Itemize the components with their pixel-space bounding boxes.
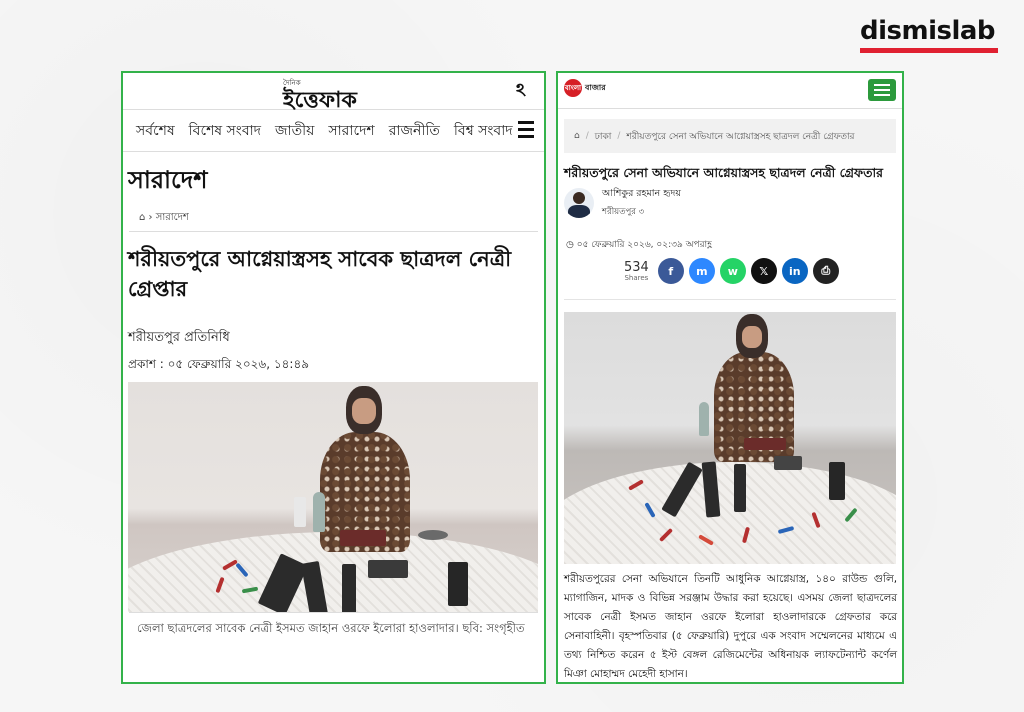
- x-icon[interactable]: 𝕏: [750, 258, 777, 284]
- nav-item-politics[interactable]: রাজনীতি: [389, 119, 440, 143]
- share-number: 534: [624, 259, 649, 275]
- nav-item-special[interactable]: বিশেষ সংবাদ: [189, 119, 261, 143]
- breadcrumb-section[interactable]: সারাদেশ: [156, 212, 189, 223]
- breadcrumb: ⌂ / ঢাকা / শরীয়তপুরে সেনা অভিযানে আগ্নে…: [564, 119, 896, 153]
- publish-date: প্রকাশ : ০৫ ফেব্রুয়ারি ২০২৬, ১৪:৪৯: [128, 357, 310, 371]
- breadcrumb-separator: /: [617, 131, 621, 141]
- hamburger-icon[interactable]: [518, 121, 534, 142]
- nav-item-latest[interactable]: সর্বশেষ: [136, 119, 175, 143]
- messenger-icon[interactable]: m: [688, 258, 715, 284]
- banglabazar-logo[interactable]: বাংলা বাজার: [564, 79, 606, 97]
- logo-name: ইত্তেফাক: [283, 87, 357, 113]
- author-avatar[interactable]: [564, 188, 594, 218]
- logo-badge: বাংলা: [564, 79, 582, 97]
- home-icon[interactable]: ⌂: [139, 212, 145, 223]
- nav-item-country[interactable]: সারাদেশ: [328, 119, 374, 143]
- divider: [564, 299, 896, 300]
- photo-caption: জেলা ছাত্রদলের সাবেক নেত্রী ইসমত জাহান ও…: [129, 612, 538, 638]
- share-count: 534 Shares: [624, 261, 649, 282]
- nav-item-world[interactable]: বিশ্ব সংবাদ: [454, 119, 513, 143]
- article-photo: [128, 382, 538, 612]
- breadcrumb-section[interactable]: ঢাকা: [595, 129, 612, 144]
- share-bar: 534 Shares f m w 𝕏 in ⎙: [558, 253, 902, 289]
- ittefaq-menu-icon[interactable]: ঽ: [516, 81, 534, 101]
- author-name[interactable]: আশিকুর রহমান হৃদয়: [602, 187, 681, 202]
- author-block: আশিকুর রহমান হৃদয় শরীয়তপুর ৩: [558, 183, 902, 223]
- home-icon[interactable]: ⌂: [574, 131, 580, 141]
- site-header: দৈনিক ইত্তেফাক ঽ: [123, 73, 544, 111]
- author-location: শরীয়তপুর ৩: [602, 207, 645, 217]
- article-body: শরীয়তপুরের সেনা অভিযানে তিনটি আধুনিক আগ…: [564, 573, 897, 680]
- publish-date: ◷ ০৫ ফেব্রুয়ারি ২০২৬, ০২:৩৯ অপরাহ্ণ: [558, 223, 902, 253]
- ittefaq-logo[interactable]: দৈনিক ইত্তেফাক: [283, 77, 357, 111]
- breadcrumb-separator: ›: [148, 212, 153, 223]
- brand-underline: [860, 48, 998, 53]
- logo-name: বাজার: [585, 82, 606, 92]
- date-text: ০৫ ফেব্রুয়ারি ২০২৬, ০২:৩৯ অপরাহ্ণ: [576, 240, 712, 250]
- article-byline: শরীয়তপুর প্রতিনিধি: [128, 330, 230, 345]
- main-nav: সর্বশেষ বিশেষ সংবাদ জাতীয় সারাদেশ রাজনী…: [123, 110, 544, 152]
- linkedin-icon[interactable]: in: [781, 258, 808, 284]
- breadcrumb-separator: /: [585, 131, 589, 141]
- section-title: সারাদেশ: [128, 166, 208, 194]
- print-icon[interactable]: ⎙: [812, 258, 839, 284]
- article-photo: [564, 312, 896, 564]
- dismislab-logo: dismislab: [860, 16, 998, 56]
- hamburger-icon[interactable]: [868, 79, 896, 101]
- clock-icon: ◷: [566, 240, 577, 250]
- article-headline: শরীয়তপুরে আগ্নেয়াস্ত্রসহ সাবেক ছাত্রদল…: [128, 247, 512, 301]
- share-label: Shares: [624, 273, 649, 282]
- nav-item-national[interactable]: জাতীয়: [275, 119, 314, 143]
- whatsapp-icon[interactable]: w: [719, 258, 746, 284]
- brand-name: dismislab: [860, 16, 996, 46]
- site-header: বাংলা বাজার: [558, 73, 902, 109]
- banglabazar-screenshot: বাংলা বাজার ⌂ / ঢাকা / শরীয়তপুরে সেনা অ…: [556, 71, 904, 684]
- ittefaq-screenshot: দৈনিক ইত্তেফাক ঽ সর্বশেষ বিশেষ সংবাদ জাত…: [121, 71, 546, 684]
- breadcrumb-current: শরীয়তপুরে সেনা অভিযানে আগ্নেয়াস্ত্রসহ …: [626, 131, 855, 142]
- facebook-icon[interactable]: f: [657, 258, 684, 284]
- article-headline: শরীয়তপুরে সেনা অভিযানে আগ্নেয়াস্ত্রসহ …: [564, 165, 884, 180]
